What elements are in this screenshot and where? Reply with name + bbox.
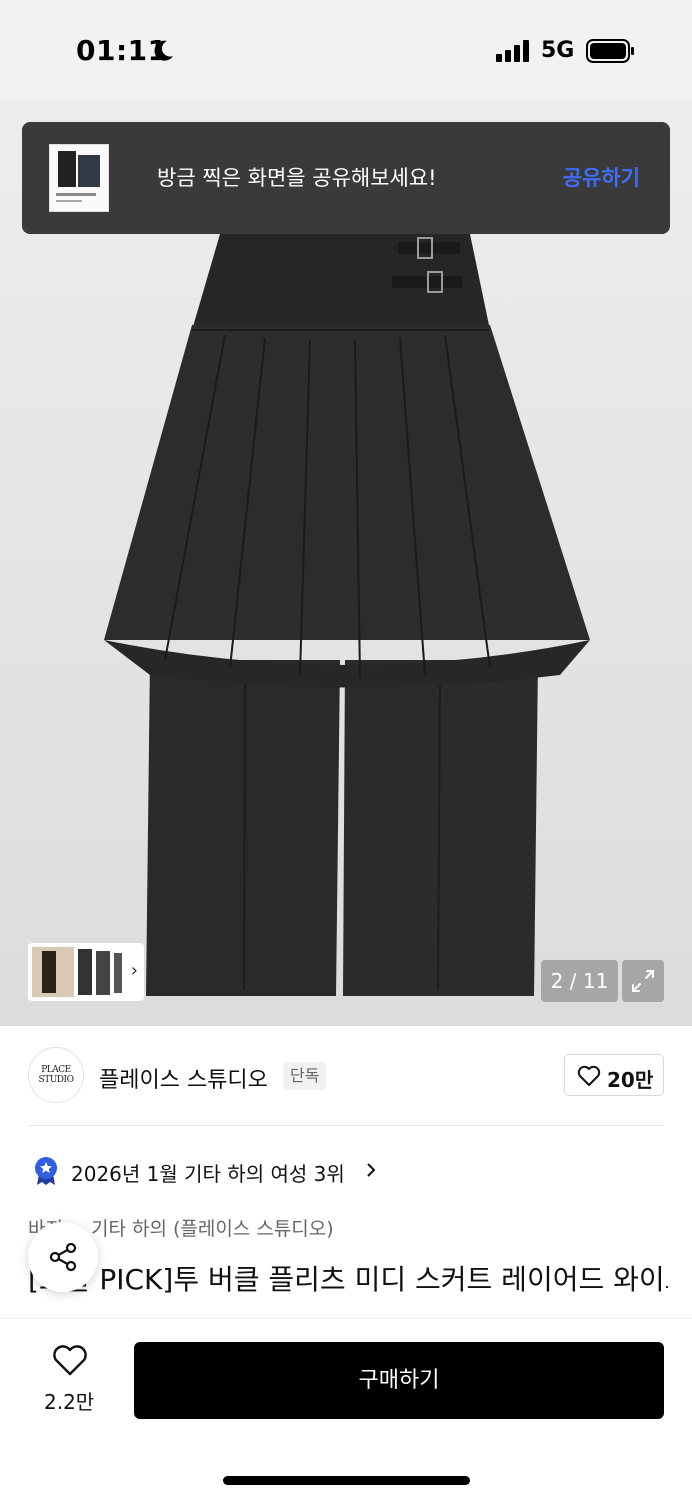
thumbnail-strip[interactable]: › [28, 943, 144, 1001]
status-bar: 01:11 5G [0, 0, 692, 100]
chevron-right-icon: › [130, 960, 138, 981]
network-label: 5G [541, 38, 575, 63]
thumbnail-images [32, 947, 122, 997]
product-image[interactable] [0, 100, 692, 1026]
shop-like-count: 20만 [607, 1068, 654, 1092]
expand-icon [632, 970, 654, 992]
share-toast: 방금 찍은 화면을 공유해보세요! 공유하기 [22, 122, 670, 234]
chevron-right-icon[interactable] [364, 1160, 378, 1180]
battery-icon [586, 39, 634, 63]
wishlist-count: 2.2만 [44, 1390, 95, 1414]
divider [28, 1125, 664, 1126]
product-title: [오늘 PICK]투 버클 플리츠 미디 스커트 레이어드 와이드 팬츠_2CO… [28, 1263, 668, 1296]
exclusive-badge: 단독 [283, 1062, 327, 1090]
wishlist-heart-icon[interactable] [52, 1345, 88, 1377]
shop-name[interactable]: 플레이스 스튜디오 [99, 1062, 268, 1094]
image-page-counter: 2 / 11 [541, 960, 618, 1002]
moon-icon [154, 40, 173, 61]
home-indicator[interactable] [223, 1476, 470, 1485]
shop-like-button[interactable]: 20만 [564, 1054, 664, 1096]
ranking-text[interactable]: 2026년 1월 기타 하의 여성 3위 [71, 1158, 345, 1187]
shop-avatar[interactable]: PLACE STUDIO [28, 1047, 84, 1103]
toast-message: 방금 찍은 화면을 공유해보세요! [157, 166, 437, 190]
share-button[interactable] [28, 1222, 98, 1292]
garment-image [104, 234, 590, 996]
buy-button[interactable]: 구매하기 [134, 1342, 664, 1419]
share-icon [49, 1242, 77, 1272]
heart-icon [577, 1065, 601, 1086]
share-now-button[interactable]: 공유하기 [563, 162, 640, 192]
expand-image-button[interactable] [622, 960, 664, 1002]
signal-icon [496, 40, 529, 62]
screenshot-thumbnail [49, 144, 109, 212]
ranking-badge-icon [35, 1157, 57, 1185]
